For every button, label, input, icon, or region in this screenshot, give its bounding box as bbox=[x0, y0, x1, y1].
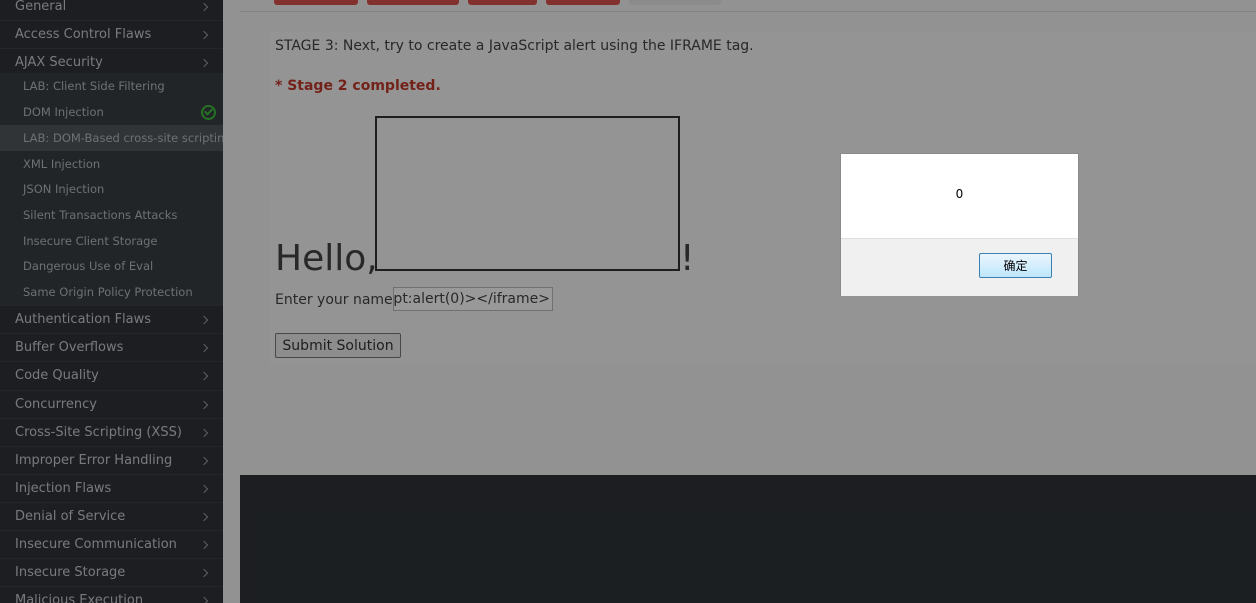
ok-button[interactable]: 确定 bbox=[979, 253, 1052, 278]
alert-message: 0 bbox=[955, 187, 964, 201]
modal-overlay bbox=[0, 0, 1256, 603]
alert-button-bar: 确定 bbox=[841, 238, 1078, 296]
alert-dialog: 0 确定 bbox=[840, 153, 1079, 296]
